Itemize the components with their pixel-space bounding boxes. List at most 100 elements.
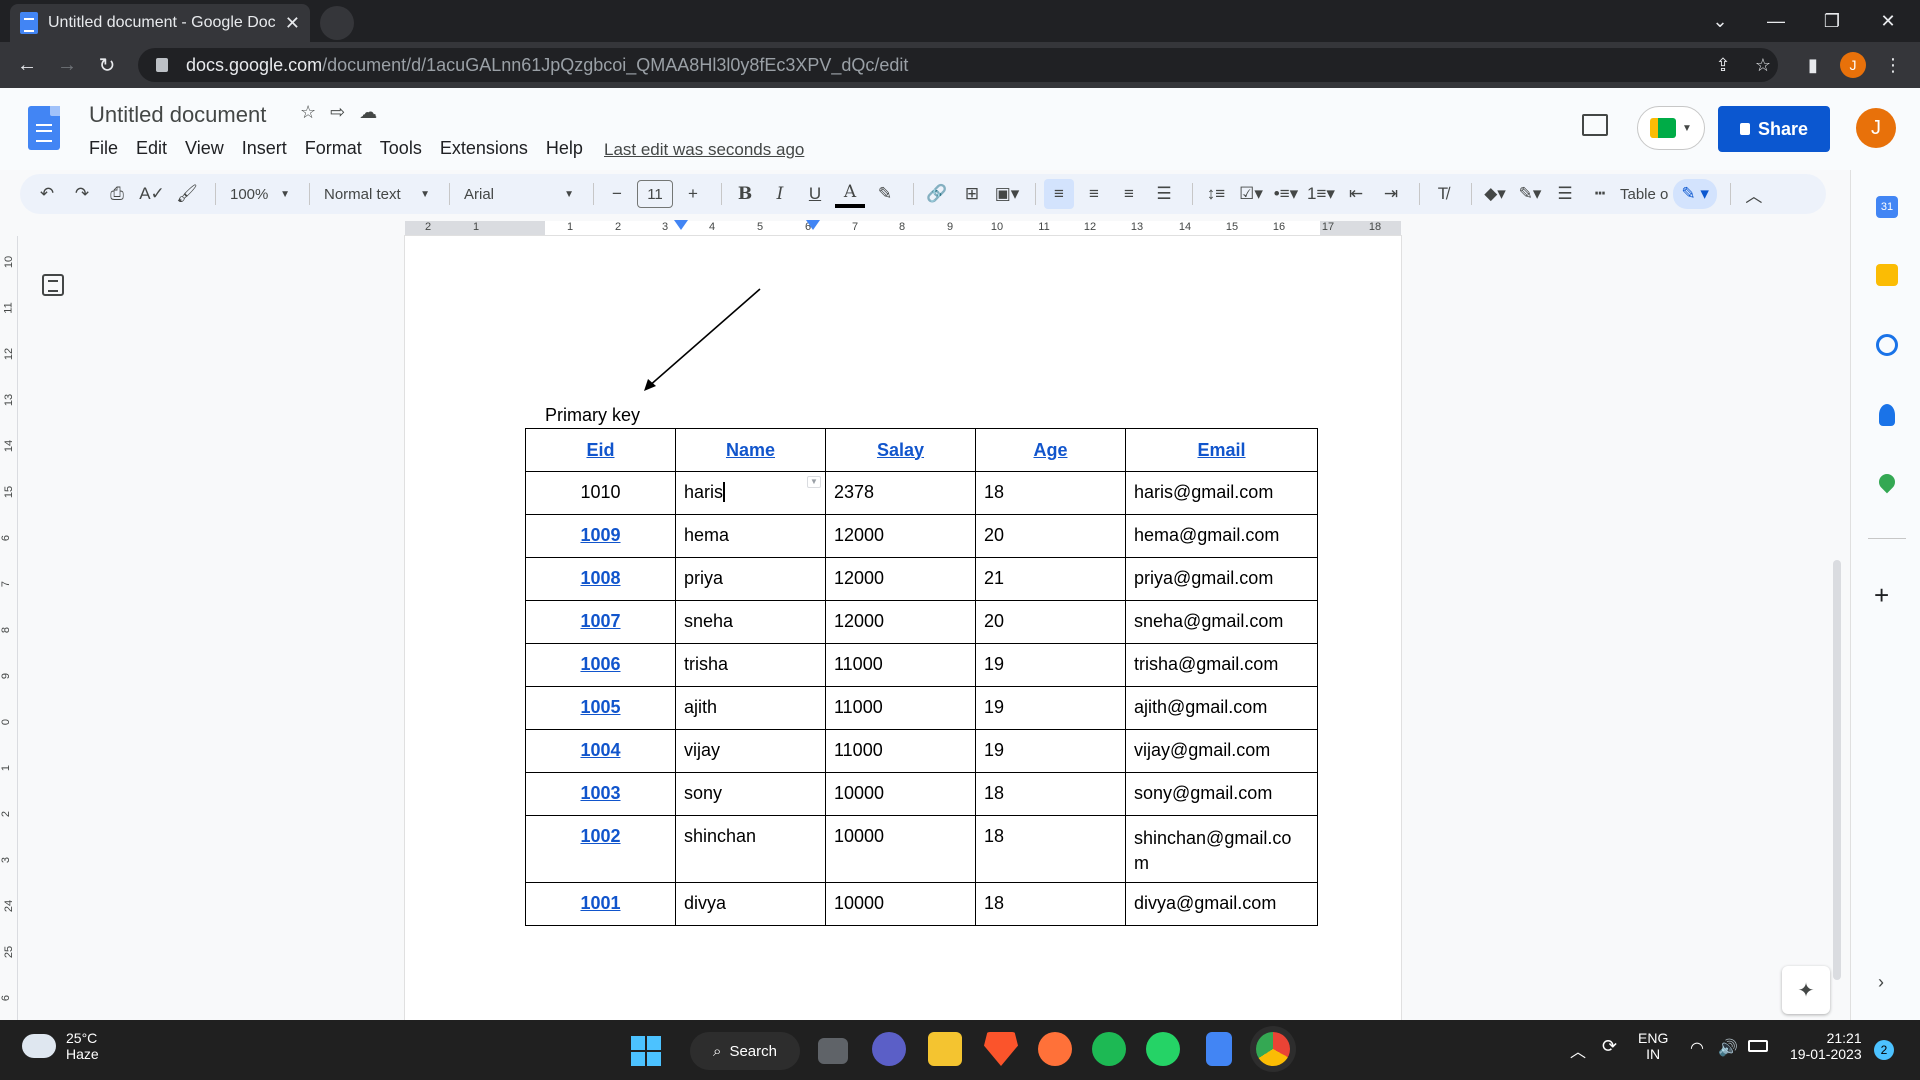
age-cell[interactable]: 18 bbox=[975, 471, 1126, 515]
cell-dropdown-icon[interactable]: ▼ bbox=[807, 476, 821, 488]
browser-profile-avatar[interactable]: J bbox=[1840, 52, 1866, 78]
menu-edit[interactable]: Edit bbox=[136, 138, 167, 159]
firefox-icon[interactable] bbox=[1038, 1032, 1072, 1066]
show-hidden-icons-icon[interactable]: ︿ bbox=[1570, 1038, 1586, 1062]
increase-font-size-icon[interactable]: + bbox=[678, 179, 708, 209]
undo-icon[interactable]: ↶ bbox=[32, 179, 62, 209]
employee-table[interactable]: Eid Name Salay Age Email 1010 haris ▼ 237… bbox=[525, 428, 1318, 926]
move-folder-icon[interactable]: ⇨ bbox=[330, 102, 345, 123]
spellcheck-icon[interactable]: A✓ bbox=[137, 179, 167, 209]
document-title[interactable]: Untitled document bbox=[89, 102, 266, 128]
eid-cell[interactable]: 1010 bbox=[525, 471, 676, 515]
line-spacing-icon[interactable]: ↕≡ bbox=[1201, 179, 1231, 209]
bulleted-list-icon[interactable]: •≡▾ bbox=[1271, 179, 1301, 209]
show-side-panel-icon[interactable]: › bbox=[1878, 972, 1884, 993]
vertical-scrollbar[interactable] bbox=[1833, 560, 1841, 980]
salary-cell[interactable]: 10000 bbox=[825, 772, 976, 816]
google-docs-taskbar-icon[interactable] bbox=[1206, 1032, 1232, 1066]
eid-cell[interactable]: 1003 bbox=[525, 772, 676, 816]
weather-widget[interactable]: 25°C Haze bbox=[22, 1026, 99, 1062]
menu-file[interactable]: File bbox=[89, 138, 118, 159]
menu-extensions[interactable]: Extensions bbox=[440, 138, 528, 159]
border-width-icon[interactable]: ☰ bbox=[1550, 179, 1580, 209]
tab-close-icon[interactable]: ✕ bbox=[285, 13, 300, 34]
language-indicator[interactable]: ENG IN bbox=[1638, 1030, 1668, 1062]
keep-icon[interactable] bbox=[1876, 264, 1898, 286]
name-cell[interactable]: ajith bbox=[675, 686, 826, 730]
header-salary[interactable]: Salay bbox=[825, 428, 976, 472]
underline-icon[interactable]: U bbox=[800, 179, 830, 209]
chrome-menu-icon[interactable]: ⋮ bbox=[1878, 50, 1908, 80]
comment-add-icon[interactable]: ⊞ bbox=[957, 179, 987, 209]
teams-chat-icon[interactable] bbox=[872, 1032, 906, 1066]
eid-cell[interactable]: 1001 bbox=[525, 882, 676, 926]
email-cell[interactable]: haris@gmail.com bbox=[1125, 471, 1318, 515]
border-color-icon[interactable]: ✎▾ bbox=[1515, 179, 1545, 209]
close-window-button[interactable]: ✕ bbox=[1860, 0, 1916, 42]
battery-icon[interactable] bbox=[1748, 1040, 1768, 1052]
whatsapp-icon[interactable] bbox=[1146, 1032, 1180, 1066]
salary-cell[interactable]: 12000 bbox=[825, 514, 976, 558]
salary-cell[interactable]: 12000 bbox=[825, 600, 976, 644]
paint-format-icon[interactable]: 🖌 bbox=[172, 179, 202, 209]
email-cell[interactable]: sony@gmail.com bbox=[1125, 772, 1318, 816]
star-icon[interactable]: ☆ bbox=[300, 102, 316, 123]
clear-formatting-icon[interactable]: T̸ bbox=[1428, 179, 1458, 209]
email-cell[interactable]: shinchan@gmail.co m bbox=[1125, 815, 1318, 883]
checklist-icon[interactable]: ☑▾ bbox=[1236, 179, 1266, 209]
add-addon-icon[interactable]: + bbox=[1874, 580, 1889, 611]
image-icon[interactable]: ▣▾ bbox=[992, 179, 1022, 209]
menu-view[interactable]: View bbox=[185, 138, 224, 159]
name-cell[interactable]: sony bbox=[675, 772, 826, 816]
menu-tools[interactable]: Tools bbox=[380, 138, 422, 159]
collapse-menus-icon[interactable]: ︿ bbox=[1739, 179, 1769, 209]
reload-icon[interactable]: ↻ bbox=[92, 50, 122, 80]
header-eid[interactable]: Eid bbox=[525, 428, 676, 472]
notification-badge[interactable]: 2 bbox=[1874, 1040, 1894, 1060]
text-color-icon[interactable]: A bbox=[835, 180, 865, 208]
email-cell[interactable]: divya@gmail.com bbox=[1125, 882, 1318, 926]
share-button[interactable]: Share bbox=[1718, 106, 1830, 152]
comments-icon[interactable] bbox=[1582, 114, 1608, 136]
header-age[interactable]: Age bbox=[975, 428, 1126, 472]
taskbar-search-button[interactable]: ⌕ Search bbox=[690, 1032, 800, 1070]
age-cell[interactable]: 19 bbox=[975, 686, 1126, 730]
age-cell[interactable]: 18 bbox=[975, 882, 1126, 926]
decrease-font-size-icon[interactable]: − bbox=[602, 179, 632, 209]
salary-cell[interactable]: 2378 bbox=[825, 471, 976, 515]
url-field[interactable]: docs.google.com /document/d/1acuGALnn61J… bbox=[138, 48, 1778, 82]
age-cell[interactable]: 19 bbox=[975, 729, 1126, 773]
minimize-button[interactable]: — bbox=[1748, 0, 1804, 42]
age-cell[interactable]: 21 bbox=[975, 557, 1126, 601]
chrome-icon[interactable] bbox=[1256, 1032, 1290, 1066]
spotify-icon[interactable] bbox=[1092, 1032, 1126, 1066]
last-edit-link[interactable]: Last edit was seconds ago bbox=[604, 140, 804, 160]
decrease-indent-icon[interactable]: ⇤ bbox=[1341, 179, 1371, 209]
salary-cell[interactable]: 11000 bbox=[825, 729, 976, 773]
calendar-icon[interactable]: 31 bbox=[1876, 196, 1898, 218]
link-icon[interactable]: 🔗 bbox=[922, 179, 952, 209]
volume-icon[interactable]: 🔊 bbox=[1718, 1038, 1738, 1058]
menu-insert[interactable]: Insert bbox=[242, 138, 287, 159]
bold-icon[interactable]: B bbox=[730, 179, 760, 209]
align-right-icon[interactable]: ≡ bbox=[1114, 179, 1144, 209]
eid-cell[interactable]: 1008 bbox=[525, 557, 676, 601]
increase-indent-icon[interactable]: ⇥ bbox=[1376, 179, 1406, 209]
name-cell[interactable]: shinchan bbox=[675, 815, 826, 883]
salary-cell[interactable]: 11000 bbox=[825, 686, 976, 730]
wifi-icon[interactable]: ◠ bbox=[1690, 1038, 1704, 1058]
meet-button[interactable]: ▼ bbox=[1637, 106, 1705, 150]
forward-icon[interactable]: → bbox=[52, 50, 82, 80]
font-size-input[interactable]: 11 bbox=[637, 180, 673, 208]
border-dash-icon[interactable]: ┅ bbox=[1585, 179, 1615, 209]
name-cell[interactable]: divya bbox=[675, 882, 826, 926]
age-cell[interactable]: 18 bbox=[975, 815, 1126, 883]
eid-cell[interactable]: 1006 bbox=[525, 643, 676, 687]
explore-icon[interactable]: ✦ bbox=[1782, 966, 1830, 1014]
salary-cell[interactable]: 11000 bbox=[825, 643, 976, 687]
table-options-button[interactable]: Table o bbox=[1620, 179, 1668, 209]
contacts-icon[interactable] bbox=[1879, 404, 1895, 426]
redo-icon[interactable]: ↷ bbox=[67, 179, 97, 209]
name-cell[interactable]: priya bbox=[675, 557, 826, 601]
zoom-select[interactable]: 100% ▼ bbox=[224, 179, 296, 209]
